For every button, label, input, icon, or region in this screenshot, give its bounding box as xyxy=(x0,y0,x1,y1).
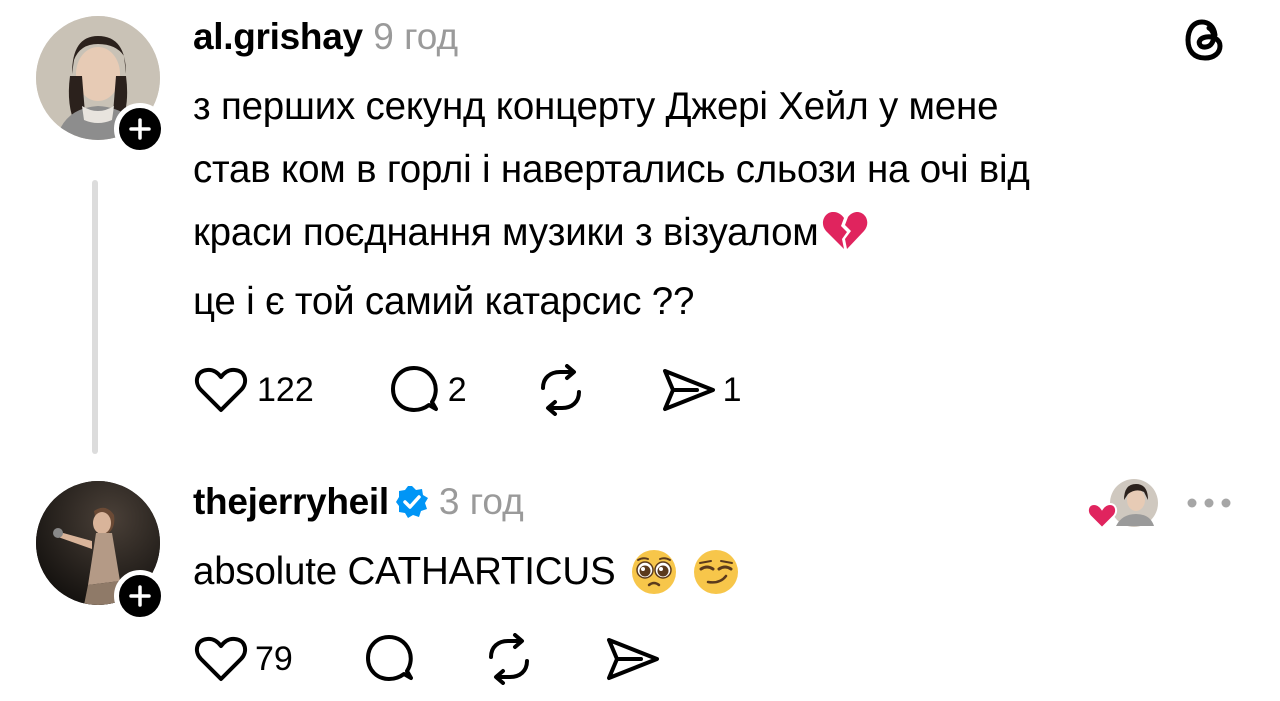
plus-icon xyxy=(129,118,151,140)
heart-icon xyxy=(194,636,248,681)
more-dots-icon xyxy=(1187,498,1231,508)
post-username[interactable]: al.grishay xyxy=(193,16,363,57)
post-body: з перших секунд концерту Джері Хейл у ме… xyxy=(193,75,1030,333)
reply-time: 3 год xyxy=(438,481,524,522)
verified-badge-icon xyxy=(395,485,429,519)
comment-icon xyxy=(390,366,438,412)
send-icon xyxy=(606,638,659,680)
post-line-1: з перших секунд концерту Джері Хейл у ме… xyxy=(193,85,999,128)
threads-logo-icon[interactable] xyxy=(1181,14,1231,69)
post-header: al.grishay 9 год xyxy=(193,16,458,58)
send-icon xyxy=(662,369,715,411)
post-line-3-text: краси поєднання музики з візуалом xyxy=(193,211,819,254)
reply-repost-button[interactable] xyxy=(483,633,535,685)
repost-button[interactable] xyxy=(535,364,587,416)
reply-username[interactable]: thejerryheil xyxy=(193,481,389,523)
reply-actions: 79 xyxy=(193,632,661,686)
comment-icon xyxy=(365,635,413,681)
post-time: 9 год xyxy=(373,16,459,57)
repost-icon xyxy=(540,364,581,416)
share-count: 1 xyxy=(722,370,742,409)
post-line-4: це і є той самий катарсис ?? xyxy=(193,280,695,323)
follow-button-al-grishay[interactable] xyxy=(114,103,166,155)
broken-heart-icon xyxy=(821,207,869,270)
share-button[interactable]: 1 xyxy=(661,365,742,415)
reply-body: absolute CATHARTICUS xyxy=(193,540,740,603)
like-button[interactable]: 122 xyxy=(193,365,314,415)
liked-by-author-badge xyxy=(1086,476,1162,530)
comment-count: 2 xyxy=(447,370,467,409)
more-options-button[interactable] xyxy=(1186,496,1232,514)
reply-share-button[interactable] xyxy=(605,634,661,684)
heart-icon xyxy=(194,367,248,412)
thread-connector-line xyxy=(92,180,98,454)
post-line-3: краси поєднання музики з візуалом xyxy=(193,201,1030,270)
comment-button[interactable]: 2 xyxy=(388,364,467,416)
post-actions: 122 2 1 xyxy=(193,363,742,417)
follow-button-thejerryheil[interactable] xyxy=(114,570,166,622)
pleading-face-icon xyxy=(630,548,678,596)
reply-comment-button[interactable] xyxy=(363,633,415,685)
plus-icon xyxy=(129,585,151,607)
like-count: 122 xyxy=(257,370,314,409)
post-line-2: став ком в горлі і навертались сльози на… xyxy=(193,148,1030,191)
reply-like-count: 79 xyxy=(255,639,293,678)
smirking-face-icon xyxy=(692,548,740,596)
repost-icon xyxy=(488,633,529,685)
reply-text: absolute CATHARTICUS xyxy=(193,550,616,593)
reply-like-button[interactable]: 79 xyxy=(193,634,293,684)
reply-header: thejerryheil 3 год xyxy=(193,481,524,523)
